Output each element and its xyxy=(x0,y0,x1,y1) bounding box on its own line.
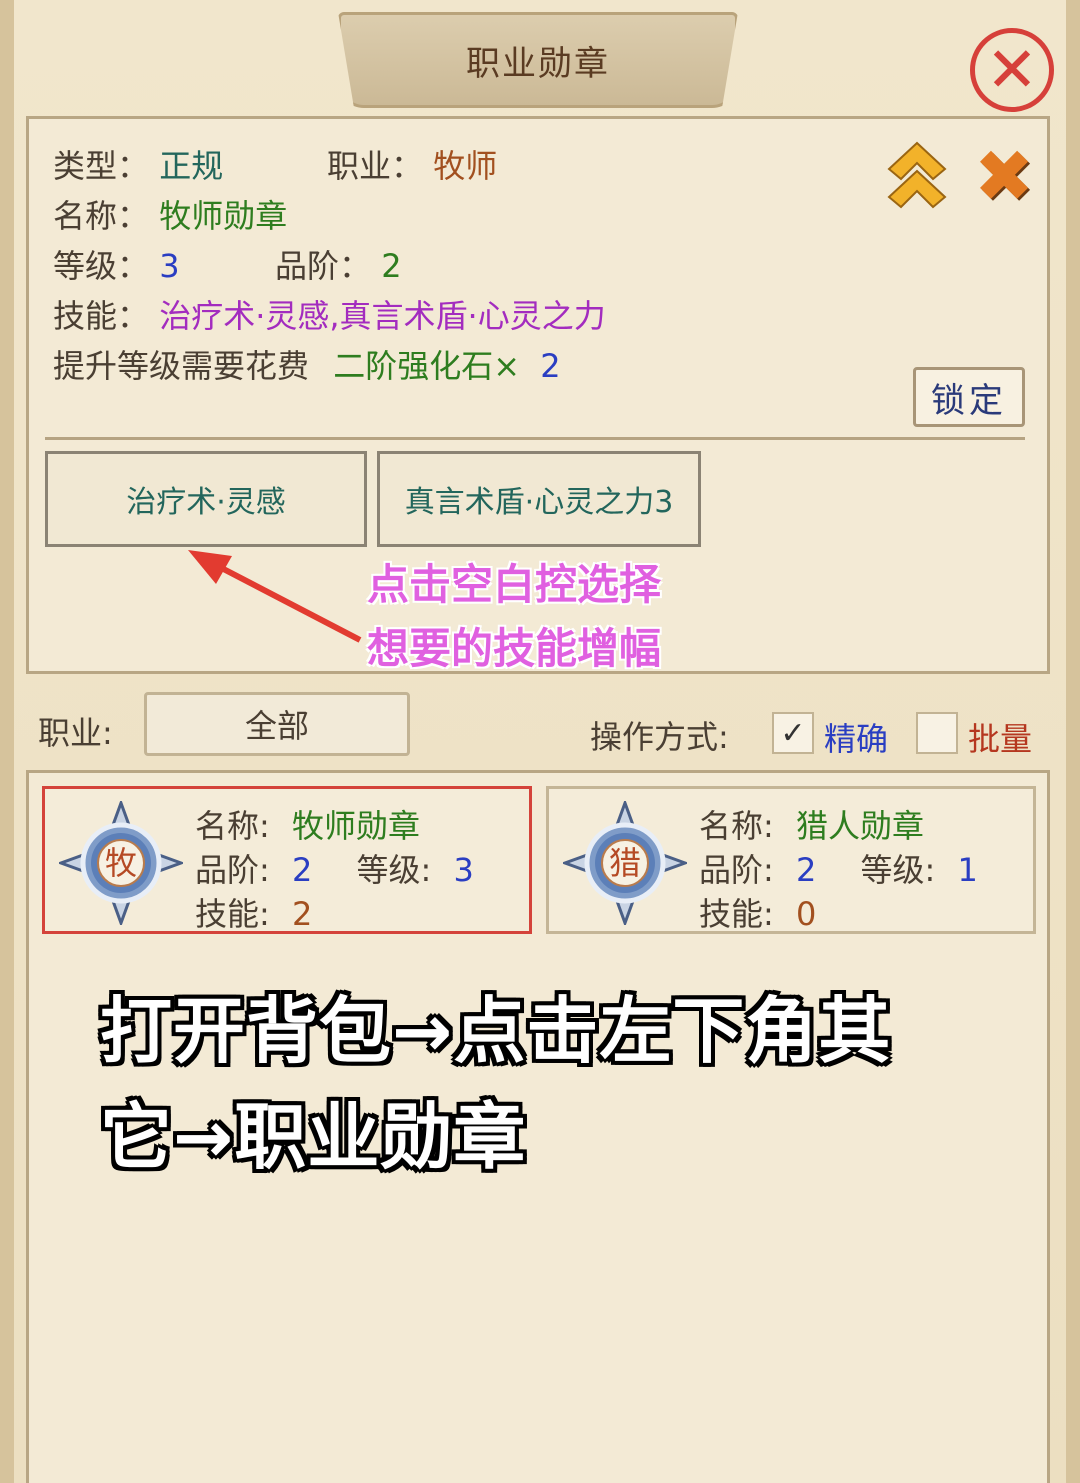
instruction-line-2: 它→职业勋章 xyxy=(100,1095,527,1179)
card-level-label: 等级: xyxy=(356,851,432,889)
class-filter-label: 职业: xyxy=(38,714,113,752)
upgrade-qty: 2 xyxy=(540,347,561,385)
window-title: 职业勋章 xyxy=(466,43,610,84)
grade-label: 品阶： xyxy=(275,247,372,285)
card-level-value: 1 xyxy=(957,851,978,889)
grade-value: 2 xyxy=(381,247,402,285)
card-level-value: 3 xyxy=(453,851,474,889)
divider xyxy=(45,437,1025,440)
skill-slot-2[interactable]: 真言术盾·心灵之力3 xyxy=(377,451,701,547)
skills-label: 技能： xyxy=(53,297,150,335)
card-grade-label: 品阶: xyxy=(195,851,270,889)
name-value: 牧师勋章 xyxy=(159,197,288,235)
batch-label: 批量 xyxy=(968,720,1033,758)
medal-card[interactable]: 牧 名称: 牧师勋章 品阶: 2 等级: 3 技能: 2 xyxy=(42,786,532,934)
card-skills-label: 技能: xyxy=(195,895,270,933)
skill-slot-1[interactable]: 治疗术·灵感 xyxy=(45,451,367,547)
type-value: 正规 xyxy=(159,147,224,185)
red-arrow-icon xyxy=(188,550,362,643)
name-label: 名称： xyxy=(53,197,150,235)
batch-checkbox[interactable] xyxy=(916,712,958,754)
double-chevron-up-icon[interactable] xyxy=(887,141,947,211)
precise-label: 精确 xyxy=(824,720,889,758)
type-label: 类型： xyxy=(53,147,150,185)
card-skills-value: 0 xyxy=(795,895,817,933)
card-grade-label: 品阶: xyxy=(699,851,774,889)
medal-char: 牧 xyxy=(97,839,145,887)
class-value: 牧师 xyxy=(433,147,498,185)
card-name-value: 牧师勋章 xyxy=(291,807,420,845)
orange-x-icon[interactable]: ✖ xyxy=(969,140,1039,212)
mode-label: 操作方式: xyxy=(590,718,729,756)
upgrade-item: 二阶强化石× xyxy=(333,347,521,385)
card-level-label: 等级: xyxy=(860,851,936,889)
class-label: 职业： xyxy=(327,147,424,185)
upgrade-cost-label: 提升等级需要花费 xyxy=(53,347,310,385)
precise-checkbox[interactable]: ✓ xyxy=(772,712,814,754)
hint-line-1: 点击空白控选择 xyxy=(367,560,662,609)
level-label: 等级： xyxy=(53,247,150,285)
instruction-line-1: 打开背包→点击左下角其 xyxy=(100,989,892,1073)
skills-value: 治疗术·灵感,真言术盾·心灵之力 xyxy=(159,297,606,335)
hint-line-2: 想要的技能增幅 xyxy=(367,624,662,673)
lock-button[interactable]: 锁定 xyxy=(913,367,1025,427)
medal-card[interactable]: 猎 名称: 猎人勋章 品阶: 2 等级: 1 技能: 0 xyxy=(546,786,1036,934)
title-plate: 职业勋章 xyxy=(338,12,738,108)
card-skills-value: 2 xyxy=(291,895,313,933)
medal-char: 猎 xyxy=(601,839,649,887)
close-icon[interactable]: ✕ xyxy=(970,28,1054,112)
level-value: 3 xyxy=(159,247,180,285)
card-name-label: 名称: xyxy=(195,807,270,845)
class-filter-select[interactable]: 全部 xyxy=(144,692,410,756)
card-name-label: 名称: xyxy=(699,807,774,845)
card-grade-value: 2 xyxy=(795,851,817,889)
card-skills-label: 技能: xyxy=(699,895,774,933)
card-name-value: 猎人勋章 xyxy=(795,807,924,845)
card-grade-value: 2 xyxy=(291,851,313,889)
